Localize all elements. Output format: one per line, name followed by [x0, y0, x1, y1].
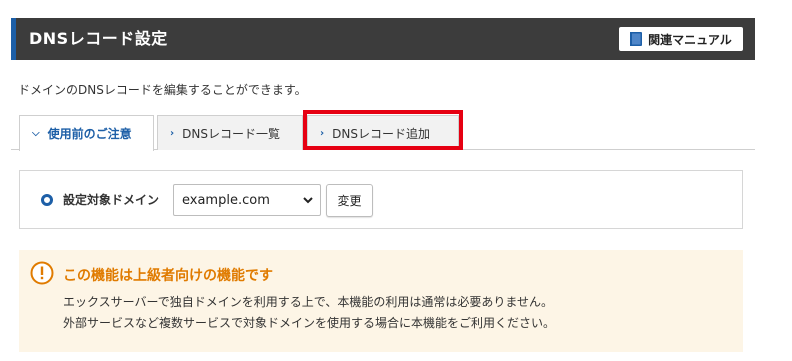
page-header: DNSレコード設定 関連マニュアル	[11, 18, 755, 60]
domain-selector-label: 設定対象ドメイン	[63, 193, 160, 207]
chevron-down-icon: ⌵	[32, 128, 40, 139]
tab-dns-record-list[interactable]: › DNSレコード一覧	[157, 115, 303, 150]
change-domain-button[interactable]: 変更	[326, 184, 373, 217]
book-icon	[630, 32, 643, 46]
domain-select-value: example.com	[182, 192, 270, 208]
notice-line: 外部サービスなど複数サービスで対象ドメインを使用する場合に本機能をご利用ください…	[63, 316, 556, 330]
tab-dns-record-add[interactable]: › DNSレコード追加	[307, 115, 459, 150]
chevron-right-icon: ›	[170, 127, 175, 139]
notice-line: エックスサーバーで独自ドメインを利用する上で、本機能の利用は通常は必要ありません…	[63, 295, 553, 309]
warning-circle-icon	[30, 261, 54, 285]
notice-title: この機能は上級者向けの機能です	[63, 268, 273, 284]
chevron-right-icon: ›	[320, 127, 325, 139]
domain-select[interactable]: example.com	[173, 184, 321, 216]
page-description: ドメインのDNSレコードを編集することができます。	[18, 83, 307, 97]
related-manual-label: 関連マニュアル	[648, 32, 732, 47]
advanced-feature-notice: この機能は上級者向けの機能です エックスサーバーで独自ドメインを利用する上で、本…	[19, 250, 743, 352]
domain-selector-panel: 設定対象ドメイン example.com 変更	[19, 170, 743, 229]
related-manual-button[interactable]: 関連マニュアル	[619, 27, 743, 51]
page-title: DNSレコード設定	[29, 29, 168, 48]
tab-label: DNSレコード追加	[332, 126, 430, 141]
tab-label: DNSレコード一覧	[182, 126, 280, 141]
tab-label: 使用前のご注意	[47, 127, 132, 141]
header-accent-bar	[11, 18, 16, 60]
chevron-down-icon	[303, 197, 313, 204]
radio-selected-icon	[41, 194, 53, 206]
tab-usage-notes[interactable]: ⌵ 使用前のご注意	[19, 115, 154, 151]
